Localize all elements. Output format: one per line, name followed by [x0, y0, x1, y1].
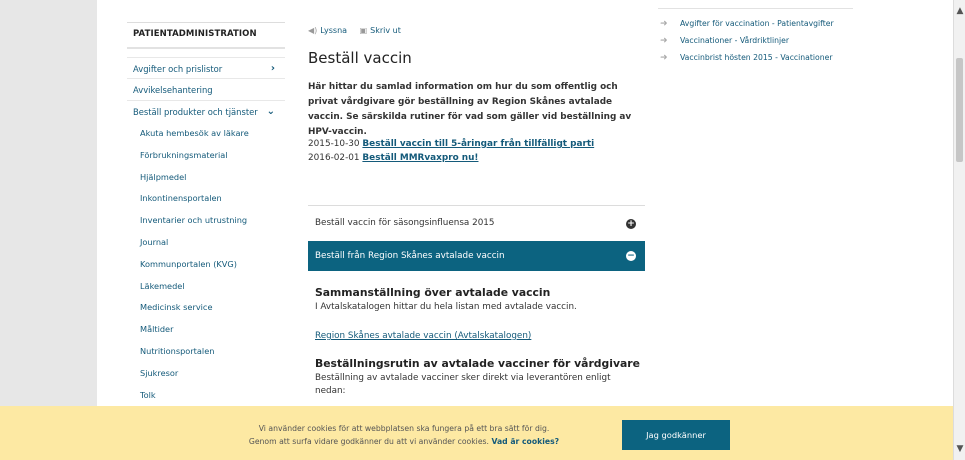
section-title: Sammanställning över avtalade vaccin — [315, 286, 551, 299]
related-link[interactable]: ➜ Vaccinationer - Vårdriktlinjer — [658, 35, 853, 47]
sidenav-subitem[interactable]: Inventarier och utrustning — [127, 210, 285, 232]
listen-label: Lyssna — [320, 26, 348, 35]
news-date: 2016-02-01 — [308, 153, 360, 163]
listen-button[interactable]: ◀) Lyssna — [308, 26, 347, 35]
sidenav-subitems: Akuta hembesök av läkare Förbrukningsmat… — [127, 123, 285, 407]
sidenav-subitem[interactable]: Läkemedel — [127, 276, 285, 298]
cookie-line-2-text: Genom att surfa vidare godkänner du att … — [248, 437, 489, 446]
sidenav-subitem[interactable]: Tolk — [127, 385, 285, 407]
cookie-banner: Vi använder cookies för att webbplatsen … — [0, 406, 953, 460]
related-link[interactable]: ➜ Avgifter för vaccination - Patientavgi… — [658, 18, 853, 30]
page-title: Beställ vaccin — [308, 49, 412, 67]
news-date: 2015-10-30 — [308, 139, 360, 149]
intro-text: Här hittar du samlad information om hur … — [308, 82, 632, 137]
news-list: 2015-10-30 Beställ vaccin till 5-åringar… — [308, 137, 594, 165]
sidenav-subitem[interactable]: Sjukresor — [127, 363, 285, 385]
cookie-info-link[interactable]: Vad är cookies? — [491, 437, 559, 446]
sidenav-item-bestall[interactable]: Beställ produkter och tjänster ⌄ — [127, 101, 285, 123]
accordion: Beställ vaccin för säsongsinfluensa 2015… — [308, 205, 645, 396]
sidenav-item-avvikelsehantering[interactable]: Avvikelsehantering — [127, 79, 285, 101]
sidenav-subitem[interactable]: Medicinsk service — [127, 297, 285, 319]
arrow-right-icon: ➜ — [660, 36, 668, 46]
news-item: 2015-10-30 Beställ vaccin till 5-åringar… — [308, 137, 594, 151]
sidenav-heading: PATIENTADMINISTRATION — [127, 22, 285, 49]
accordion-item-avtalade[interactable]: Beställ från Region Skånes avtalade vacc… — [308, 241, 645, 271]
sidenav-subitem[interactable]: Förbrukningsmaterial — [127, 145, 285, 167]
accept-cookies-button[interactable]: Jag godkänner — [622, 420, 730, 450]
speaker-icon: ◀) — [308, 26, 318, 35]
sidenav-item-label: Avgifter och prislistor — [133, 64, 223, 74]
related-link[interactable]: ➜ Vaccinbrist hösten 2015 - Vaccinatione… — [658, 52, 853, 64]
chevron-down-icon: ⌄ — [266, 106, 275, 117]
news-link[interactable]: Beställ MMRvaxpro nu! — [362, 153, 478, 163]
arrow-right-icon: ➜ — [660, 53, 668, 63]
page-toolbar: ◀) Lyssna ▣ Skriv ut — [308, 26, 411, 35]
related-links: ➜ Avgifter för vaccination - Patientavgi… — [658, 18, 853, 69]
scrollbar-thumb[interactable] — [956, 58, 963, 162]
news-link[interactable]: Beställ vaccin till 5-åringar från tillf… — [362, 139, 594, 149]
sidenav-subitem[interactable]: Hjälpmedel — [127, 167, 285, 189]
sidenav-subitem[interactable]: Kommunportalen (KVG) — [127, 254, 285, 276]
print-button[interactable]: ▣ Skriv ut — [360, 26, 401, 35]
side-navigation: PATIENTADMINISTRATION Avgifter och prisl… — [127, 22, 285, 407]
scrollbar[interactable]: ▲ ▼ — [953, 0, 965, 460]
sidenav-item-avgifter[interactable]: Avgifter och prislistor › — [127, 57, 285, 79]
sidenav-subitem[interactable]: Inkontinensportalen — [127, 188, 285, 210]
printer-icon: ▣ — [359, 26, 368, 35]
sidenav-item-label: Beställ produkter och tjänster — [133, 107, 258, 117]
scroll-up-arrow-icon[interactable]: ▲ — [954, 4, 965, 18]
accordion-panel: Sammanställning över avtalade vaccin I A… — [315, 275, 640, 398]
related-link-label: Avgifter för vaccination - Patientavgift… — [680, 19, 834, 28]
page: PATIENTADMINISTRATION Avgifter och prisl… — [97, 0, 953, 460]
sidenav-subitem[interactable]: Nutritionsportalen — [127, 341, 285, 363]
section-text: Beställning av avtalade vacciner sker di… — [315, 373, 611, 396]
cookie-line-2: Genom att surfa vidare godkänner du att … — [214, 435, 594, 448]
accordion-label: Beställ från Region Skånes avtalade vacc… — [315, 251, 505, 261]
print-label: Skriv ut — [370, 26, 401, 35]
sidenav-subitem[interactable]: Journal — [127, 232, 285, 254]
news-item: 2016-02-01 Beställ MMRvaxpro nu! — [308, 151, 594, 165]
section-text: I Avtalskatalogen hittar du hela listan … — [315, 302, 577, 312]
scroll-down-arrow-icon[interactable]: ▼ — [954, 442, 965, 456]
related-link-label: Vaccinationer - Vårdriktlinjer — [680, 36, 790, 45]
cookie-message: Vi använder cookies för att webbplatsen … — [214, 422, 594, 448]
section-title: Beställningsrutin av avtalade vacciner f… — [315, 357, 640, 370]
minus-circle-icon: − — [626, 251, 636, 261]
divider — [658, 8, 853, 9]
sidenav-item-label: Avvikelsehantering — [133, 85, 213, 95]
sidenav-subitem[interactable]: Måltider — [127, 319, 285, 341]
chevron-right-icon: › — [270, 63, 275, 74]
avtalskatalogen-link[interactable]: Region Skånes avtalade vaccin (Avtalskat… — [315, 331, 531, 341]
sidenav-subitem[interactable]: Akuta hembesök av läkare — [127, 123, 285, 145]
related-link-label: Vaccinbrist hösten 2015 - Vaccinationer — [680, 53, 833, 62]
accordion-item-influensa[interactable]: Beställ vaccin för säsongsinfluensa 2015… — [308, 205, 645, 241]
accordion-label: Beställ vaccin för säsongsinfluensa 2015 — [315, 218, 495, 228]
arrow-right-icon: ➜ — [660, 19, 668, 29]
cookie-line-1: Vi använder cookies för att webbplatsen … — [258, 424, 550, 433]
plus-circle-icon: + — [626, 218, 636, 229]
